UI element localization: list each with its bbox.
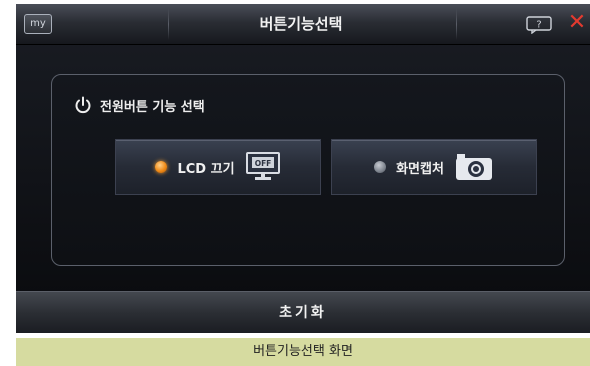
monitor-off-text: OFF [254, 159, 271, 168]
monitor-off-icon: OFF [245, 152, 280, 180]
option-label: 화면캡처 [396, 161, 444, 177]
figure-caption: 버튼기능선택 화면 [16, 338, 590, 366]
help-icon[interactable]: ? [526, 16, 552, 34]
camera-icon [455, 154, 492, 180]
page-title: 버튼기능선택 [259, 15, 343, 33]
close-button[interactable]: ✕ [566, 10, 588, 36]
radio-selected-icon [155, 161, 168, 173]
radio-unselected-icon [374, 161, 387, 173]
title-bar: my 버튼기능선택 ? ✕ [16, 4, 590, 45]
screen-capture-option-button[interactable]: 화면캡처 [331, 139, 537, 195]
reset-button[interactable]: 초기화 [16, 292, 590, 333]
my-button[interactable]: my [24, 14, 52, 34]
panel-header: 전원버튼 기능 선택 [74, 93, 205, 117]
svg-text:?: ? [536, 20, 541, 31]
panel-title: 전원버튼 기능 선택 [100, 99, 205, 115]
title-divider [168, 8, 169, 40]
device-screen: my 버튼기능선택 ? ✕ 전원버튼 기능 선택 LCD 끄기 OFF 화면캡처… [16, 4, 590, 333]
power-icon [75, 96, 91, 114]
power-button-function-panel: 전원버튼 기능 선택 LCD 끄기 OFF 화면캡처 [51, 74, 565, 266]
lcd-off-option-button[interactable]: LCD 끄기 OFF [115, 139, 321, 195]
option-label: LCD 끄기 [177, 161, 235, 177]
title-divider [456, 8, 457, 40]
bottom-bar: 초기화 [16, 291, 590, 333]
